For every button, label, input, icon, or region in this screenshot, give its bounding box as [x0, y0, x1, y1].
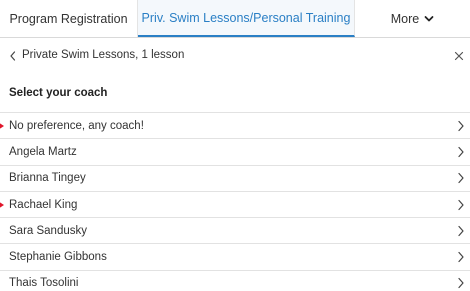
service-title: Private Swim Lessons, 1 lesson: [22, 49, 185, 61]
coach-option-stephanie-gibbons[interactable]: Stephanie Gibbons: [0, 244, 470, 271]
close-icon[interactable]: [454, 51, 464, 61]
chevron-right-icon: [458, 199, 464, 210]
chevron-right-icon: [458, 173, 464, 184]
chevron-right-icon: [458, 225, 464, 236]
coach-label: Sara Sandusky: [9, 224, 87, 237]
booking-page: Program Registration Priv. Swim Lessons/…: [0, 0, 470, 291]
coach-list: No preference, any coach! Angela Martz B…: [0, 112, 470, 291]
coach-label: Rachael King: [9, 198, 78, 211]
coach-label: Thais Tosolini: [9, 277, 79, 290]
coach-option-rachael-king[interactable]: Rachael King: [0, 192, 470, 219]
select-coach-heading: Select your coach: [9, 87, 108, 99]
coach-option-brianna-tingey[interactable]: Brianna Tingey: [0, 166, 470, 192]
chevron-down-icon: [424, 15, 434, 21]
marker-icon: [0, 201, 4, 208]
coach-label: Angela Martz: [9, 145, 77, 158]
coach-option-thais-tosolini[interactable]: Thais Tosolini: [0, 271, 470, 291]
tab-private-swim-lessons[interactable]: Priv. Swim Lessons/Personal Training: [138, 0, 355, 37]
tab-program-registration[interactable]: Program Registration: [0, 0, 138, 37]
chevron-right-icon: [458, 146, 464, 158]
coach-label: No preference, any coach!: [9, 119, 144, 132]
tab-label: Program Registration: [9, 11, 128, 26]
chevron-left-icon[interactable]: [8, 50, 18, 62]
coach-option-sara-sandusky[interactable]: Sara Sandusky: [0, 218, 470, 245]
service-header: Private Swim Lessons, 1 lesson: [0, 44, 470, 70]
tab-label: Priv. Swim Lessons/Personal Training: [141, 10, 351, 25]
coach-option-no-preference[interactable]: No preference, any coach!: [0, 113, 470, 140]
chevron-right-icon: [458, 252, 464, 263]
coach-label: Stephanie Gibbons: [9, 251, 107, 264]
tab-bar: Program Registration Priv. Swim Lessons/…: [0, 0, 470, 38]
coach-option-angela-martz[interactable]: Angela Martz: [0, 139, 470, 166]
tab-more[interactable]: More: [355, 0, 470, 37]
chevron-right-icon: [458, 278, 464, 289]
marker-icon: [0, 122, 4, 129]
tab-label: More: [390, 11, 420, 26]
coach-label: Brianna Tingey: [9, 172, 86, 185]
chevron-right-icon: [458, 120, 464, 131]
